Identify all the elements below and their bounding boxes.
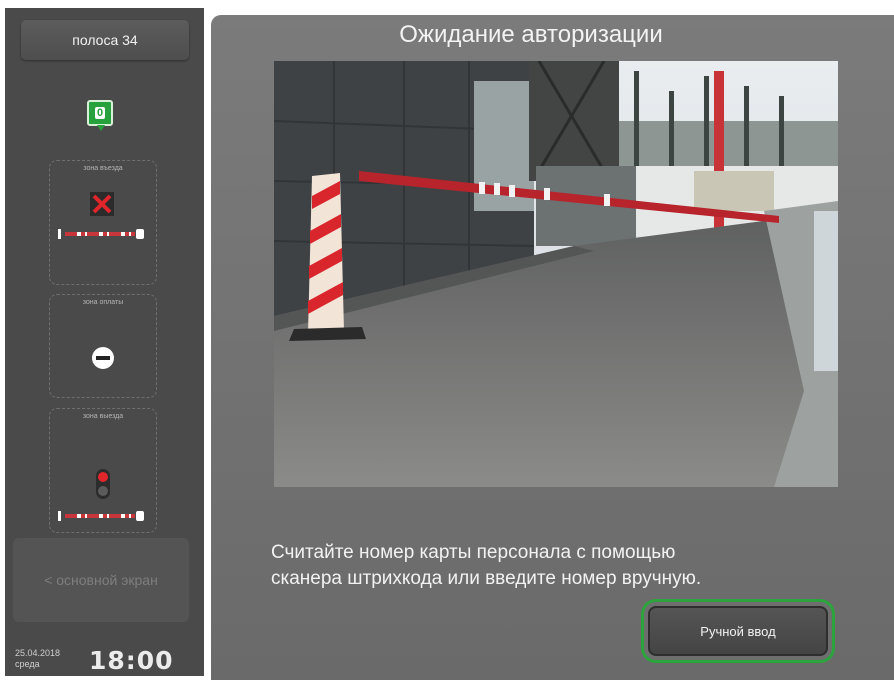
camera-image [274, 61, 838, 487]
vehicle-counter-badge: 0 [87, 100, 113, 131]
main-screen-button[interactable]: < основной экран [13, 538, 189, 622]
zone-entry: зона въезда [49, 160, 157, 285]
zone-exit: зона выезда [49, 408, 157, 533]
date-value: 25.04.2018 [15, 648, 61, 658]
lane-button[interactable]: полоса 34 [21, 20, 189, 60]
lane-label: полоса 34 [72, 32, 138, 48]
clock: 18:00 [89, 646, 174, 675]
date-display: 25.04.2018 среда [15, 648, 60, 670]
counter-value: 0 [94, 107, 106, 119]
instruction-line-1: Считайте номер карты персонала с помощью [271, 542, 676, 563]
main-panel: Ожидание авторизации Считайте номер карт… [211, 15, 894, 680]
barrier-icon [58, 229, 146, 239]
instruction-text: Считайте номер карты персонала с помощью… [271, 540, 831, 592]
main-screen-label: < основной экран [44, 572, 158, 588]
zone-payment-label: зона оплаты [82, 299, 124, 306]
page-title: Ожидание авторизации [399, 21, 663, 48]
barrier-icon [58, 511, 146, 521]
app-screen: полоса 34 0 зона въезда зона оплаты зона… [0, 0, 894, 680]
manual-entry-button[interactable]: Ручной ввод [648, 606, 828, 656]
closed-x-icon [90, 192, 114, 216]
zone-exit-label: зона выезда [82, 413, 124, 420]
instruction-line-2: сканера штрихкода или введите номер вруч… [271, 568, 702, 589]
manual-entry-label: Ручной ввод [700, 623, 776, 639]
zone-entry-label: зона въезда [83, 165, 123, 172]
weekday-value: среда [15, 659, 40, 669]
sidebar: полоса 34 0 зона въезда зона оплаты зона… [5, 8, 204, 676]
zone-payment: зона оплаты [49, 294, 157, 398]
traffic-light-icon [96, 469, 110, 499]
no-entry-icon [92, 347, 114, 369]
camera-feed [274, 61, 838, 487]
